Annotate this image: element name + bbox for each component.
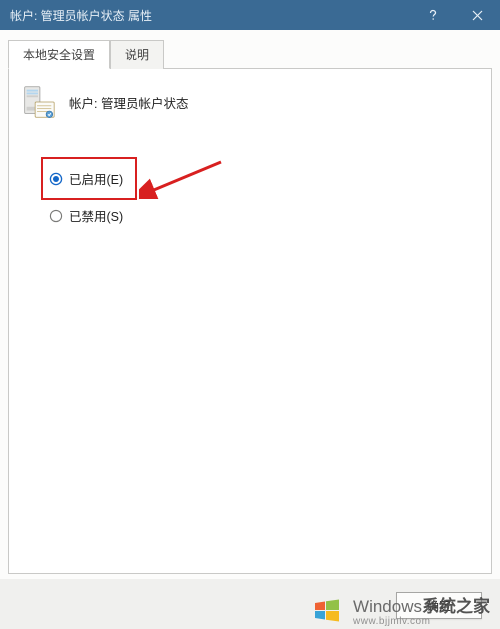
radio-disabled[interactable]: 已禁用(S): [41, 203, 481, 228]
radio-icon-selected: [49, 172, 63, 186]
close-button[interactable]: [455, 0, 500, 30]
radio-enabled-label: 已启用(E): [69, 169, 123, 188]
window-controls: [410, 0, 500, 30]
ok-button[interactable]: 确定: [396, 592, 482, 619]
radio-group: 已启用(E) 已禁用(S): [41, 157, 481, 228]
tab-panel: 帐户: 管理员帐户状态 已启用(E): [8, 69, 492, 574]
radio-icon-unselected: [49, 209, 63, 223]
policy-header: 帐户: 管理员帐户状态: [19, 83, 481, 121]
window-title: 帐户: 管理员帐户状态 属性: [10, 7, 410, 24]
radio-disabled-label: 已禁用(S): [69, 206, 123, 225]
tab-explain[interactable]: 说明: [110, 40, 164, 69]
close-icon: [472, 10, 483, 21]
windows-logo-icon: [313, 595, 347, 629]
help-button[interactable]: [410, 0, 455, 30]
server-icon: [19, 83, 57, 121]
dialog-body: 本地安全设置 说明 帐户: 管理员帐户状态: [0, 30, 500, 579]
highlight-annotation: 已启用(E): [41, 157, 137, 200]
policy-title: 帐户: 管理员帐户状态: [69, 93, 188, 112]
tab-strip: 本地安全设置 说明: [8, 39, 492, 69]
radio-enabled[interactable]: 已启用(E): [49, 166, 123, 191]
arrow-annotation: [139, 159, 229, 199]
tab-local-security[interactable]: 本地安全设置: [8, 40, 110, 69]
dialog-buttons: 确定: [396, 592, 482, 619]
title-bar: 帐户: 管理员帐户状态 属性: [0, 0, 500, 30]
help-icon: [427, 9, 439, 21]
